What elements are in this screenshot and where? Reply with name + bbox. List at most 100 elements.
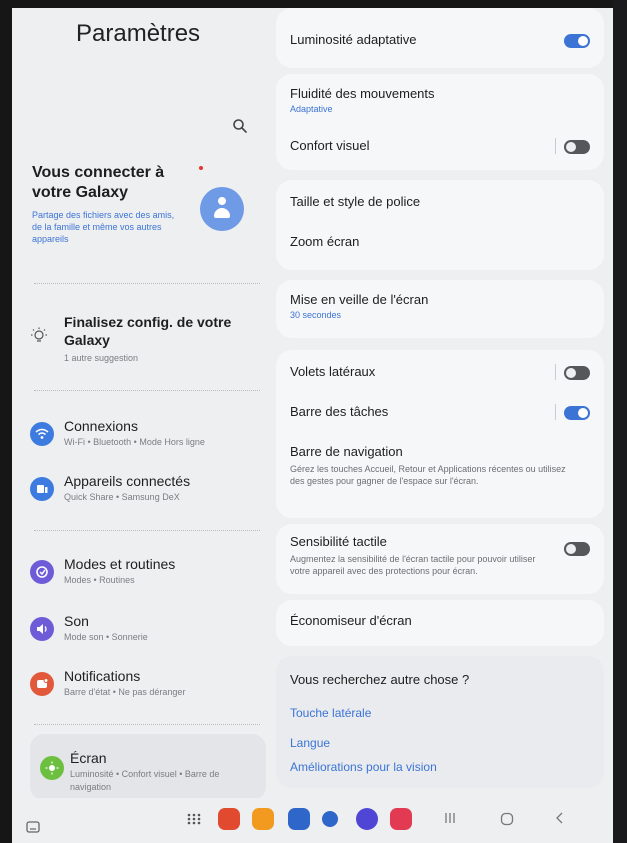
menu-subtitle: Wi-Fi • Bluetooth • Mode Hors ligne [64, 437, 205, 447]
row-title: Volets latéraux [290, 364, 376, 379]
notification-icon [30, 672, 54, 696]
row-title: Barre des tâches [290, 404, 389, 419]
settings-card: Luminosité adaptative [276, 8, 604, 68]
brightness-icon [40, 756, 64, 780]
back-icon[interactable] [554, 811, 564, 825]
display-settings-pane: Luminosité adaptative Fluidité des mouve… [270, 8, 613, 798]
menu-subtitle: Modes • Routines [64, 575, 135, 585]
row-value: Adaptative [290, 104, 333, 114]
divider [34, 724, 260, 725]
font-size-style-row[interactable]: Taille et style de police [290, 194, 590, 209]
modes-icon [30, 560, 54, 584]
menu-title: Écran [70, 750, 107, 766]
setup-suggestion[interactable]: Finalisez config. de votre Galaxy 1 autr… [30, 313, 266, 373]
touch-sensitivity-toggle[interactable] [564, 542, 590, 556]
link[interactable]: Touche latérale [290, 706, 590, 720]
menu-title: Modes et routines [64, 556, 176, 572]
menu-item-sound[interactable]: Son Mode son • Sonnerie [30, 613, 266, 657]
page-title: Paramètres [76, 20, 201, 47]
menu-item-connexions[interactable]: Connexions Wi-Fi • Bluetooth • Mode Hors… [30, 418, 266, 462]
edge-panels-toggle[interactable] [564, 366, 590, 380]
divider [34, 283, 260, 284]
device-bezel-top [0, 0, 627, 8]
suggestion-subtitle: 1 autre suggestion [64, 353, 139, 363]
volume-icon [30, 617, 54, 641]
motion-smoothness-row[interactable]: Fluidité des mouvements Adaptative [290, 86, 590, 114]
folder-app-icon[interactable] [252, 808, 274, 830]
adaptive-brightness-toggle[interactable] [564, 34, 590, 48]
row-title: Sensibilité tactile [290, 534, 387, 549]
suggestions-card: Vous recherchez autre chose ? Touche lat… [276, 656, 604, 788]
tablet-screen: Paramètres Vous connecter à votre Galaxy… [12, 8, 613, 843]
row-description: Gérez les touches Accueil, Retour et App… [290, 464, 566, 486]
link[interactable]: Améliorations pour la vision [290, 760, 590, 774]
menu-item-display[interactable]: Écran Luminosité • Confort visuel • Barr… [30, 734, 266, 800]
menu-title: Appareils connectés [64, 473, 191, 489]
screen-timeout-row[interactable]: Mise en veille de l'écran 30 secondes [290, 292, 590, 320]
apps-grid-icon[interactable] [186, 812, 202, 826]
camera-app-icon[interactable] [390, 808, 412, 830]
device-bezel-left [0, 0, 12, 843]
link-visibility-enhancements[interactable]: Améliorations pour la vision [290, 760, 590, 774]
settings-card: Sensibilité tactile Augmentez la sensibi… [276, 524, 604, 594]
settings-card: Économiseur d'écran [276, 600, 604, 646]
screenshot-icon[interactable] [26, 820, 40, 834]
recent-apps-icon[interactable] [444, 811, 456, 825]
account-subtitle: Partage des fichiers avec des amis, de l… [32, 210, 175, 244]
account-title: Vous connecter à votre Galaxy [32, 164, 165, 201]
taskbar-row[interactable]: Barre des tâches [290, 404, 590, 424]
menu-title: Notifications [64, 668, 141, 684]
settings-card: Mise en veille de l'écran 30 secondes [276, 280, 604, 338]
separator [555, 364, 556, 380]
link-side-key[interactable]: Touche latérale [290, 706, 590, 720]
section-title: Vous recherchez autre chose ? [290, 672, 470, 687]
menu-item-modes-routines[interactable]: Modes et routines Modes • Routines [30, 556, 266, 600]
home-icon[interactable] [500, 812, 514, 826]
samsung-account-card[interactable]: Vous connecter à votre Galaxy Partage de… [32, 163, 264, 273]
settings-card: Fluidité des mouvements Adaptative Confo… [276, 74, 604, 170]
taskbar-toggle[interactable] [564, 406, 590, 420]
messages-app-icon[interactable] [322, 811, 338, 827]
screensaver-row[interactable]: Économiseur d'écran [290, 613, 590, 628]
looking-for-something-else: Vous recherchez autre chose ? [290, 672, 590, 687]
calendar-app-icon[interactable] [288, 808, 310, 830]
separator [555, 404, 556, 420]
menu-subtitle: Quick Share • Samsung DeX [64, 492, 180, 502]
eye-comfort-row[interactable]: Confort visuel [290, 138, 590, 158]
divider [34, 390, 260, 391]
avatar-icon[interactable] [200, 187, 244, 231]
row-description: Augmentez la sensibilité de l'écran tact… [290, 554, 536, 576]
eye-comfort-toggle[interactable] [564, 140, 590, 154]
link-language[interactable]: Langue [290, 736, 590, 750]
row-title: Taille et style de police [290, 194, 421, 209]
navigation-bar-row[interactable]: Barre de navigation Gérez les touches Ac… [290, 444, 590, 487]
menu-subtitle: Luminosité • Confort visuel • Barre de n… [70, 769, 220, 792]
link[interactable]: Langue [290, 736, 590, 750]
edge-panels-row[interactable]: Volets latéraux [290, 364, 590, 384]
search-icon[interactable] [232, 118, 248, 134]
adaptive-brightness-row[interactable]: Luminosité adaptative [290, 32, 590, 52]
screen-zoom-row[interactable]: Zoom écran [290, 234, 590, 249]
wifi-icon [30, 422, 54, 446]
internet-app-icon[interactable] [356, 808, 378, 830]
menu-item-notifications[interactable]: Notifications Barre d'état • Ne pas déra… [30, 668, 266, 712]
notes-app-icon[interactable] [218, 808, 240, 830]
row-title: Mise en veille de l'écran [290, 292, 429, 307]
menu-item-connected-devices[interactable]: Appareils connectés Quick Share • Samsun… [30, 473, 266, 517]
menu-subtitle: Barre d'état • Ne pas déranger [64, 687, 186, 697]
devices-icon [30, 477, 54, 501]
row-title: Économiseur d'écran [290, 613, 412, 628]
settings-card: Taille et style de police Zoom écran [276, 180, 604, 270]
system-taskbar [12, 798, 613, 843]
row-title: Fluidité des mouvements [290, 86, 435, 101]
device-bezel-right [613, 0, 627, 843]
separator [555, 138, 556, 154]
row-title: Luminosité adaptative [290, 32, 417, 47]
row-value: 30 secondes [290, 310, 342, 320]
suggestion-title: Finalisez config. de votre Galaxy [64, 314, 232, 348]
divider [34, 530, 260, 531]
row-title: Barre de navigation [290, 444, 403, 459]
lightbulb-icon [31, 327, 47, 342]
touch-sensitivity-row[interactable]: Sensibilité tactile Augmentez la sensibi… [290, 534, 590, 584]
row-title: Confort visuel [290, 138, 370, 153]
